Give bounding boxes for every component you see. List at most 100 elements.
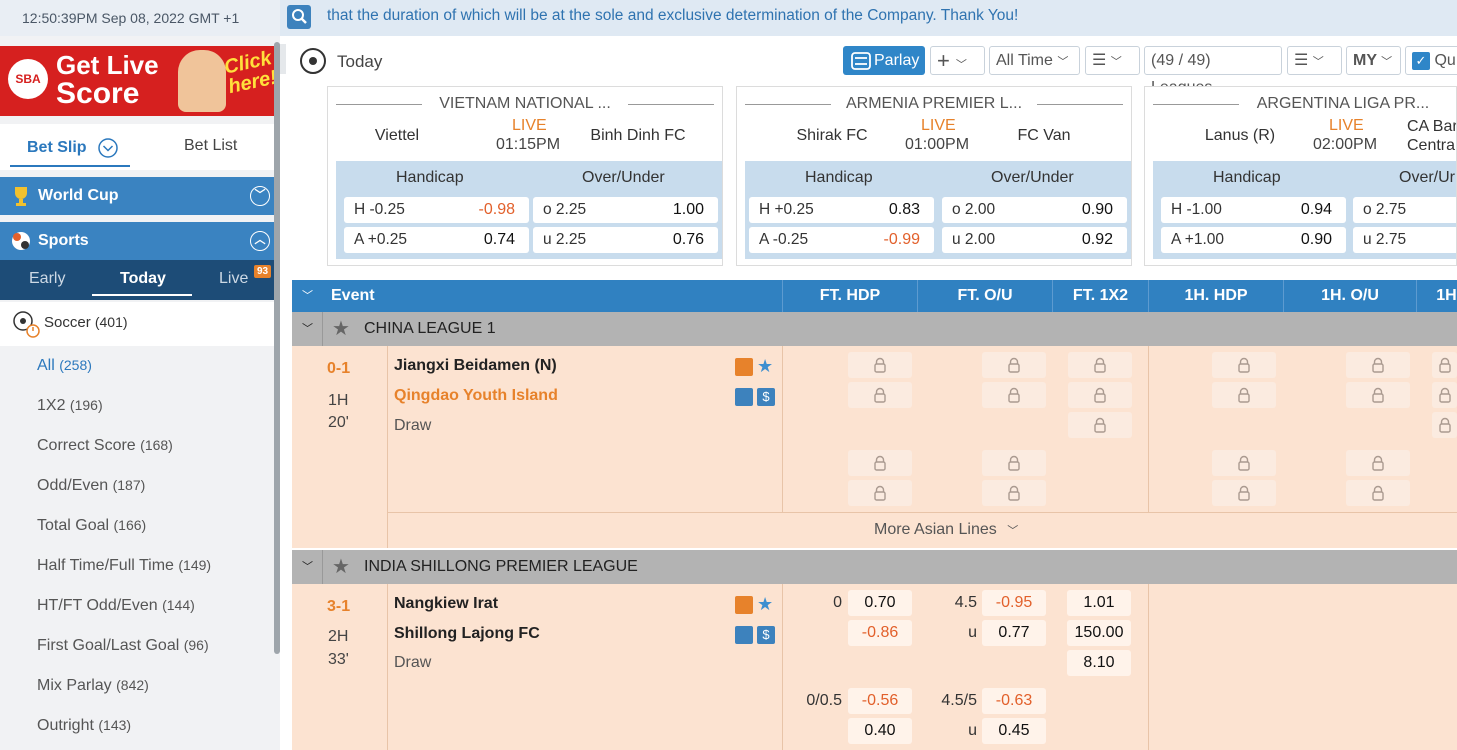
odds-cell[interactable]: -0.63 <box>982 688 1046 714</box>
odds-cell[interactable]: A +1.00 0.90 <box>1161 227 1346 253</box>
menu-mix-parlay[interactable]: Mix Parlay (842) <box>37 677 149 695</box>
home-team[interactable]: Jiangxi Beidamen (N) <box>394 357 557 375</box>
odds-cell[interactable]: A -0.25 -0.99 <box>749 227 934 253</box>
view-dropdown[interactable]: ☰ ﹀ <box>1287 46 1342 75</box>
match-minute: 33' <box>328 651 349 668</box>
lock-icon <box>1094 387 1106 403</box>
lock-icon <box>1008 357 1020 373</box>
odds-cell[interactable]: H +0.25 0.83 <box>749 197 934 223</box>
live-match-card[interactable]: ARMENIA PREMIER L... Shirak FC LIVE 01:0… <box>736 86 1132 266</box>
live-score-banner[interactable]: SBA Get Live Score Click here! <box>0 46 280 116</box>
odds-cell[interactable]: o 2.75 <box>1353 197 1456 223</box>
odds-cell[interactable]: H -0.25 -0.98 <box>344 197 529 223</box>
soccer-ball-icon <box>300 48 326 74</box>
card-live-label: LIVE <box>512 117 547 134</box>
sports-icon <box>12 232 30 250</box>
tab-live[interactable]: Live <box>219 270 248 288</box>
sort-dropdown[interactable]: ☰ ﹀ <box>1085 46 1140 75</box>
menu-first-last-goal[interactable]: First Goal/Last Goal (96) <box>37 637 209 655</box>
lock-icon <box>1438 417 1451 433</box>
stats-icon[interactable] <box>735 358 753 376</box>
odds-cell[interactable]: -0.95 <box>982 590 1046 616</box>
chevron-down-icon <box>98 138 118 158</box>
announcement-ticker[interactable]: that the duration of which will be at th… <box>327 0 1018 36</box>
mascot-image <box>178 50 226 112</box>
stats-icon[interactable] <box>735 596 753 614</box>
sidebar-scrollbar[interactable] <box>274 42 280 654</box>
parlay-icon[interactable] <box>735 626 753 644</box>
page-title: Today <box>337 52 383 71</box>
nav-sports[interactable]: Sports ︿ <box>0 222 280 260</box>
favorite-star-icon[interactable]: ★ <box>332 312 350 346</box>
lock-icon <box>1008 485 1020 501</box>
locked-odds-cell <box>1346 450 1410 476</box>
tab-bet-slip[interactable]: Bet Slip <box>27 137 119 159</box>
league-name: INDIA SHILLONG PREMIER LEAGUE <box>364 558 638 575</box>
add-button[interactable]: + ﹀ <box>930 46 985 75</box>
lock-icon <box>874 357 886 373</box>
odds-cell[interactable]: 150.00 <box>1067 620 1131 646</box>
live-match-card[interactable]: VIETNAM NATIONAL ... Viettel LIVE 01:15P… <box>327 86 723 266</box>
menu-correct-score[interactable]: Correct Score (168) <box>37 437 173 455</box>
odds-cell[interactable]: o 2.25 1.00 <box>533 197 718 223</box>
favorite-star-icon[interactable]: ★ <box>332 550 350 584</box>
parlay-icon[interactable] <box>735 388 753 406</box>
cashout-icon[interactable]: $ <box>757 388 775 406</box>
odds-cell[interactable]: 0.77 <box>982 620 1046 646</box>
odds-cell[interactable]: o 2.00 0.90 <box>942 197 1127 223</box>
search-button[interactable] <box>287 5 311 29</box>
soccer-label: Soccer (401) <box>44 314 128 331</box>
menu-outright[interactable]: Outright (143) <box>37 717 131 735</box>
handicap-header: Handicap <box>1213 169 1281 186</box>
locked-odds-cell <box>1346 480 1410 506</box>
quick-bet-toggle[interactable]: ✓ Qu <box>1405 46 1457 75</box>
chevron-down-icon[interactable]: ﹀ <box>302 312 313 346</box>
odds-cell[interactable]: u 2.00 0.92 <box>942 227 1127 253</box>
odds-cell[interactable]: 1.01 <box>1067 590 1131 616</box>
match-score: 3-1 <box>327 598 351 615</box>
menu-total-goal[interactable]: Total Goal (166) <box>37 517 146 535</box>
menu-ht-ft-odd-even[interactable]: HT/FT Odd/Even (144) <box>37 597 195 615</box>
away-team[interactable]: Shillong Lajong FC <box>394 625 540 643</box>
favorite-star-icon[interactable]: ★ <box>757 594 773 615</box>
parlay-button[interactable]: Parlay <box>843 46 925 75</box>
more-asian-lines-button[interactable]: More Asian Lines ﹀ <box>874 521 1018 539</box>
banner-line1: Get Live <box>56 50 159 80</box>
odds-cell[interactable]: u 2.25 0.76 <box>533 227 718 253</box>
odds-cell[interactable]: -0.86 <box>848 620 912 646</box>
locked-odds-cell <box>1068 412 1132 438</box>
favorite-star-icon[interactable]: ★ <box>757 356 773 377</box>
chevron-down-icon[interactable]: ﹀ <box>302 550 313 584</box>
odds-cell[interactable]: 0.70 <box>848 590 912 616</box>
away-team[interactable]: Qingdao Youth Island <box>394 387 558 405</box>
league-header[interactable]: ﹀ ★ CHINA LEAGUE 1 <box>292 312 1457 346</box>
locked-odds-cell <box>982 480 1046 506</box>
locked-odds-cell <box>1212 382 1276 408</box>
menu-half-time-full-time[interactable]: Half Time/Full Time (149) <box>37 557 211 575</box>
odds-cell[interactable]: 8.10 <box>1067 650 1131 676</box>
nav-world-cup[interactable]: World Cup ﹀ <box>0 177 280 215</box>
odds-cell[interactable]: 0.40 <box>848 718 912 744</box>
odds-type-dropdown[interactable]: MY ﹀ <box>1346 46 1401 75</box>
menu-all[interactable]: All (258) <box>37 357 92 375</box>
menu-odd-even[interactable]: Odd/Even (187) <box>37 477 145 495</box>
cashout-icon[interactable]: $ <box>757 626 775 644</box>
odds-cell[interactable]: -0.56 <box>848 688 912 714</box>
live-match-card[interactable]: ARGENTINA LIGA PR... Lanus (R) LIVE 02:0… <box>1144 86 1457 266</box>
time-filter-dropdown[interactable]: All Time ﹀ <box>989 46 1080 75</box>
menu-1x2[interactable]: 1X2 (196) <box>37 397 103 415</box>
tab-early[interactable]: Early <box>29 270 65 288</box>
chevron-down-icon: ﹀ <box>1312 56 1324 68</box>
league-header[interactable]: ﹀ ★ INDIA SHILLONG PREMIER LEAGUE <box>292 550 1457 584</box>
collapse-all-icon[interactable]: ﹀ <box>302 280 313 312</box>
odds-cell[interactable]: u 2.75 <box>1353 227 1456 253</box>
leagues-filter[interactable]: (49 / 49) Leagues <box>1144 46 1282 96</box>
home-team[interactable]: Nangkiew Irat <box>394 595 498 613</box>
tab-today[interactable]: Today <box>120 270 166 288</box>
tab-bet-list[interactable]: Bet List <box>184 137 237 155</box>
search-icon <box>292 9 307 24</box>
odds-cell[interactable]: H -1.00 0.94 <box>1161 197 1346 223</box>
locked-odds-cell <box>848 450 912 476</box>
odds-cell[interactable]: A +0.25 0.74 <box>344 227 529 253</box>
odds-cell[interactable]: 0.45 <box>982 718 1046 744</box>
